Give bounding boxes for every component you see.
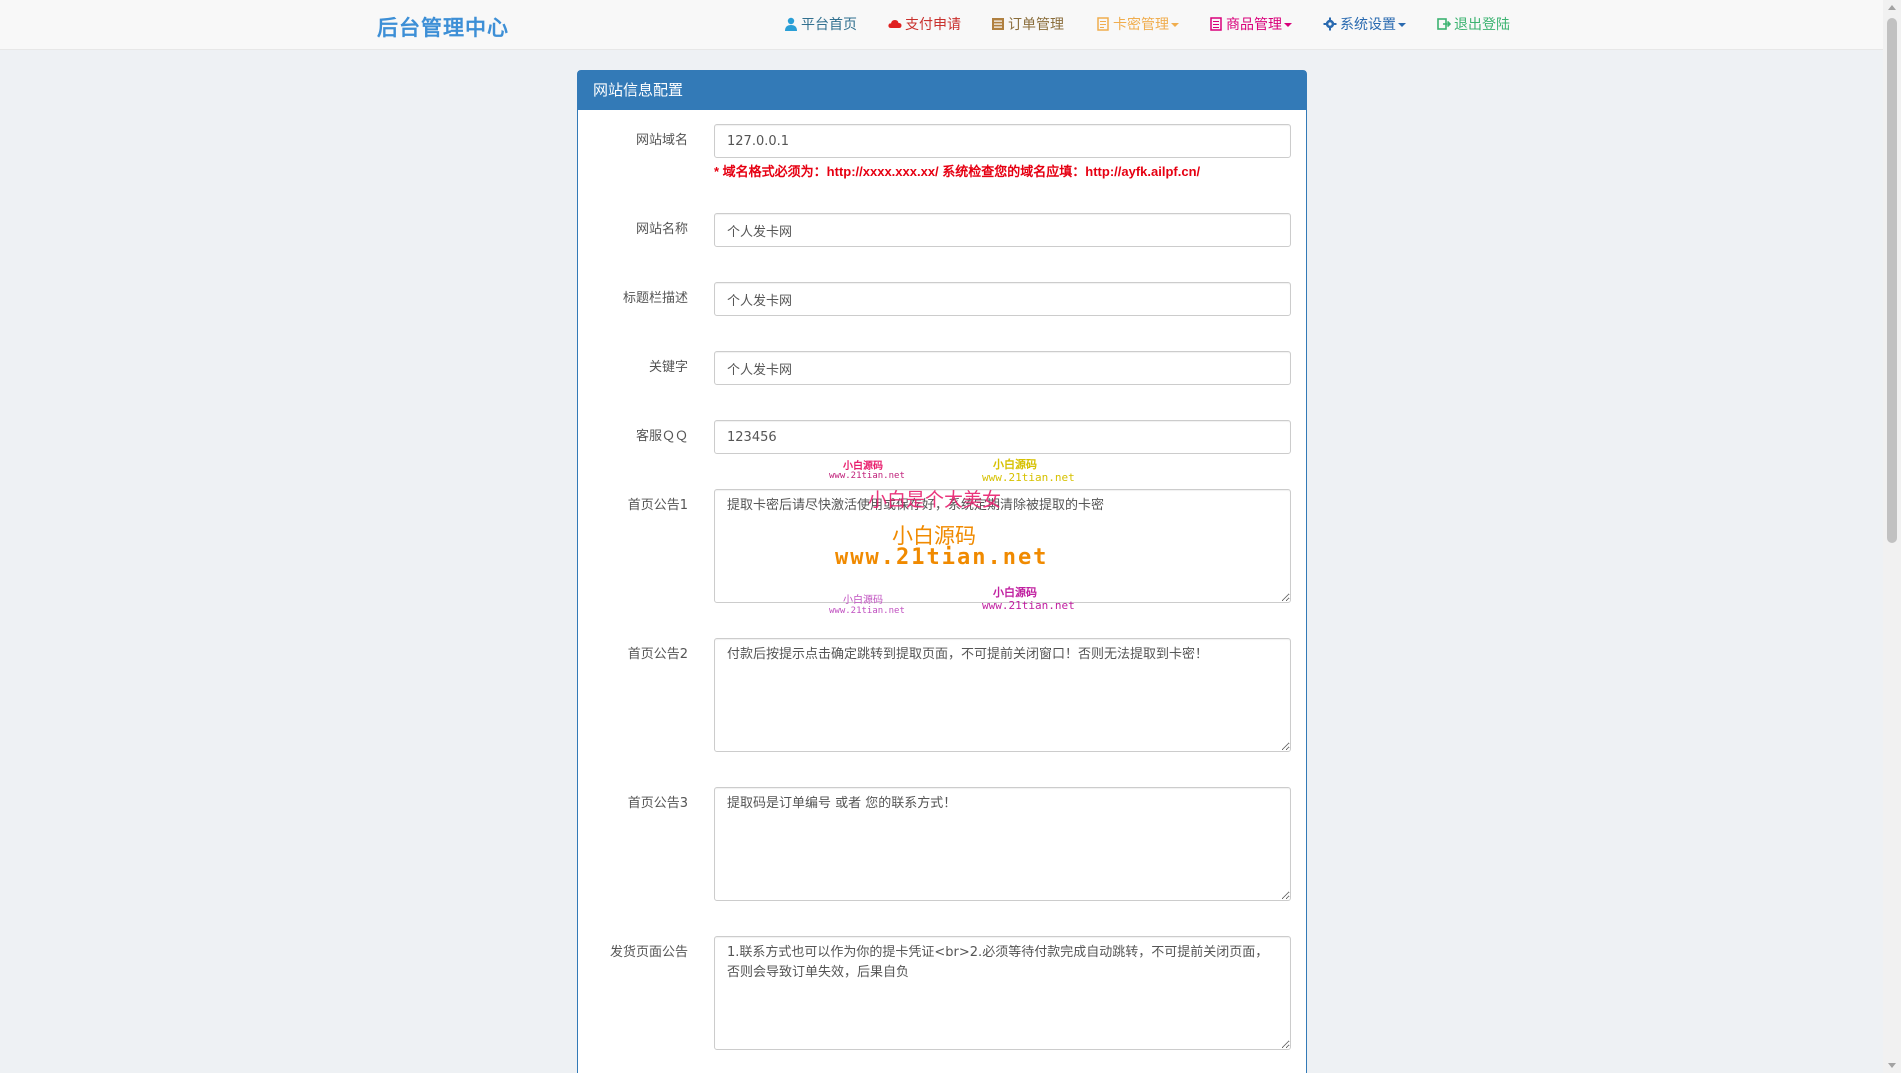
scroll-up-arrow-icon[interactable]	[1888, 5, 1896, 10]
title-desc-label: 标题栏描述	[622, 291, 688, 306]
scroll-down-arrow-icon[interactable]	[1888, 1063, 1896, 1068]
user-icon	[785, 17, 797, 31]
keywords-field[interactable]	[714, 351, 1291, 385]
notice2-label: 首页公告2	[627, 647, 688, 662]
nav-item-home[interactable]: 平台首页	[784, 15, 857, 35]
brand-title[interactable]: 后台管理中心	[377, 12, 509, 42]
nav-label: 退出登陆	[1454, 17, 1510, 33]
nav-item-settings[interactable]: 系统设置	[1323, 15, 1406, 35]
form-group-title: 标题栏描述	[578, 282, 1306, 316]
nav-item-products[interactable]: 商品管理	[1209, 15, 1292, 35]
notice1-label: 首页公告1	[627, 498, 688, 513]
file-icon	[1097, 17, 1109, 31]
nav-label: 支付申请	[905, 17, 961, 33]
domain-hint: * 域名格式必须为：http://xxxx.xxx.xx/ 系统检查您的域名应填…	[714, 164, 1201, 179]
form-group-delivery: 发货页面公告 1.联系方式也可以作为你的提卡凭证<br>2.必须等待付款完成自动…	[578, 936, 1306, 1050]
page-scrollbar[interactable]	[1883, 0, 1901, 1073]
site-name-label: 网站名称	[635, 222, 688, 237]
nav-label: 订单管理	[1008, 17, 1064, 33]
book-icon	[1210, 17, 1222, 31]
nav-item-pay[interactable]: 支付申请	[888, 15, 961, 35]
notice3-textarea[interactable]: 提取码是订单编号 或者 您的联系方式！	[714, 787, 1291, 901]
site-name-field[interactable]	[714, 213, 1291, 247]
cloud-icon	[888, 20, 902, 28]
nav-label: 系统设置	[1340, 17, 1396, 33]
domain-field[interactable]	[714, 124, 1291, 158]
notice1-textarea[interactable]: 提取卡密后请尽快激活使用或保存好，系统定期清除被提取的卡密	[714, 489, 1291, 603]
form-group-notice1: 首页公告1 提取卡密后请尽快激活使用或保存好，系统定期清除被提取的卡密	[578, 489, 1306, 603]
nav-item-logout[interactable]: 退出登陆	[1437, 15, 1510, 35]
list-icon	[992, 18, 1004, 30]
panel-title: 网站信息配置	[578, 71, 1306, 110]
notice2-textarea[interactable]: 付款后按提示点击确定跳转到提取页面，不可提前关闭窗口！否则无法提取到卡密！	[714, 638, 1291, 752]
qq-label: 客服ＱＱ	[635, 429, 688, 444]
domain-label: 网站域名	[635, 133, 688, 148]
top-navbar: 后台管理中心 平台首页 支付申请 订单管理 卡密管理 商品管理 系统设置 退出登…	[0, 0, 1883, 50]
chevron-down-icon	[1398, 23, 1406, 27]
config-form: 网站域名 * 域名格式必须为：http://xxxx.xxx.xx/ 系统检查您…	[578, 111, 1306, 1073]
delivery-textarea[interactable]: 1.联系方式也可以作为你的提卡凭证<br>2.必须等待付款完成自动跳转，不可提前…	[714, 936, 1291, 1050]
chevron-down-icon	[1171, 23, 1179, 27]
form-group-notice3: 首页公告3 提取码是订单编号 或者 您的联系方式！	[578, 787, 1306, 901]
nav-label: 商品管理	[1226, 17, 1282, 33]
logout-icon	[1437, 18, 1451, 30]
site-config-panel: 网站信息配置 网站域名 * 域名格式必须为：http://xxxx.xxx.xx…	[577, 70, 1307, 1073]
nav-label: 卡密管理	[1113, 17, 1169, 33]
keywords-label: 关键字	[648, 360, 688, 375]
nav-label: 平台首页	[801, 17, 857, 33]
nav-item-cards[interactable]: 卡密管理	[1096, 15, 1179, 35]
notice3-label: 首页公告3	[627, 796, 688, 811]
form-group-domain: 网站域名 * 域名格式必须为：http://xxxx.xxx.xx/ 系统检查您…	[578, 124, 1306, 204]
gear-icon	[1323, 17, 1337, 31]
title-desc-field[interactable]	[714, 282, 1291, 316]
qq-field[interactable]	[714, 420, 1291, 454]
scrollbar-thumb[interactable]	[1887, 18, 1897, 543]
chevron-down-icon	[1284, 23, 1292, 27]
form-group-name: 网站名称	[578, 213, 1306, 247]
delivery-label: 发货页面公告	[609, 945, 688, 960]
form-group-qq: 客服ＱＱ	[578, 420, 1306, 454]
form-group-notice2: 首页公告2 付款后按提示点击确定跳转到提取页面，不可提前关闭窗口！否则无法提取到…	[578, 638, 1306, 752]
form-group-keywords: 关键字	[578, 351, 1306, 385]
nav-item-orders[interactable]: 订单管理	[991, 15, 1064, 35]
